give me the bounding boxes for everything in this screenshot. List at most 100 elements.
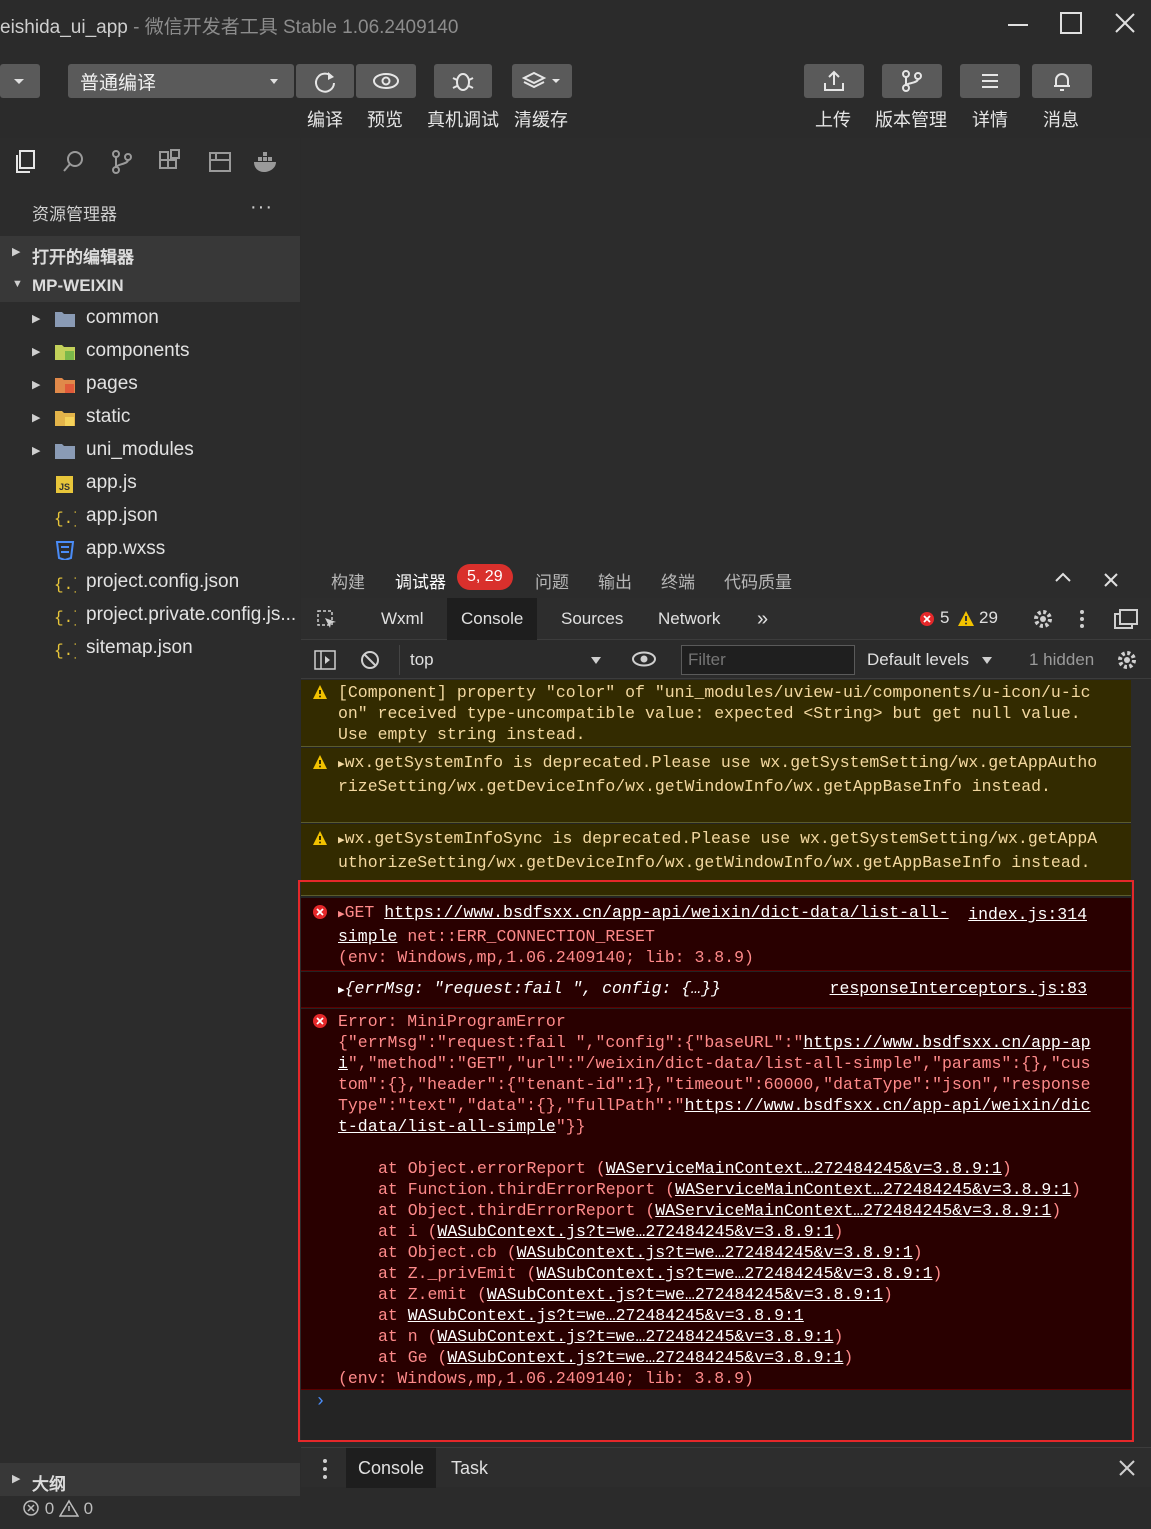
details-button[interactable] bbox=[960, 64, 1020, 98]
chevron-up-icon[interactable] bbox=[1053, 570, 1073, 584]
remote-debug-button[interactable] bbox=[434, 64, 492, 98]
tab-build[interactable]: 构建 bbox=[331, 568, 365, 593]
branch-icon bbox=[902, 70, 922, 92]
drawer-menu-icon[interactable] bbox=[321, 1458, 329, 1480]
source-control-icon[interactable] bbox=[108, 148, 136, 176]
compile-button[interactable] bbox=[296, 64, 354, 98]
console-error-message[interactable]: Error: MiniProgramError {"errMsg":"reque… bbox=[301, 1009, 1131, 1390]
menu-icon bbox=[982, 74, 998, 88]
kebab-menu-icon[interactable] bbox=[1077, 608, 1087, 630]
clear-console-icon[interactable] bbox=[359, 649, 381, 671]
inspect-element-icon[interactable] bbox=[315, 608, 339, 632]
minimize-icon[interactable] bbox=[994, 6, 1044, 42]
close-panel-icon[interactable] bbox=[1101, 570, 1121, 590]
extensions-icon[interactable] bbox=[156, 148, 184, 176]
tab-code-quality[interactable]: 代码质量 bbox=[724, 568, 792, 593]
folder-icon bbox=[55, 312, 75, 327]
tree-item-project-private-config[interactable]: {.} project.private.config.js... bbox=[0, 600, 300, 633]
tab-debugger[interactable]: 调试器 bbox=[395, 568, 446, 593]
maximize-icon[interactable] bbox=[1046, 6, 1096, 42]
source-link[interactable]: responseInterceptors.js:83 bbox=[830, 978, 1087, 999]
preview-button[interactable] bbox=[356, 64, 416, 98]
clear-cache-label: 清缓存 bbox=[514, 110, 568, 130]
tab-network[interactable]: Network bbox=[644, 598, 734, 640]
log-levels-select[interactable]: Default levels bbox=[859, 645, 999, 675]
settings-gear-icon[interactable] bbox=[1031, 607, 1055, 631]
svg-text:{.}: {.} bbox=[54, 642, 76, 659]
tree-item-app-json[interactable]: {.} app.json bbox=[0, 501, 300, 534]
stack-source-link[interactable]: WAServiceMainContext…272484245&v=3.8.9:1 bbox=[606, 1159, 1002, 1178]
expand-triangle-icon[interactable]: ▶ bbox=[338, 909, 345, 921]
context-value: top bbox=[410, 650, 434, 669]
tab-problems[interactable]: 问题 bbox=[535, 568, 569, 593]
tree-item-app-wxss[interactable]: app.wxss bbox=[0, 534, 300, 567]
project-root-section[interactable]: ▼ MP-WEIXIN bbox=[0, 269, 300, 302]
tab-wxml[interactable]: Wxml bbox=[367, 598, 437, 640]
more-actions-icon[interactable]: ··· bbox=[250, 196, 273, 219]
compile-label: 编译 bbox=[307, 110, 343, 130]
open-editors-section[interactable]: ▶ 打开的编辑器 bbox=[0, 236, 300, 269]
close-drawer-icon[interactable] bbox=[1117, 1458, 1137, 1478]
search-icon[interactable] bbox=[60, 148, 88, 176]
storage-icon[interactable] bbox=[206, 148, 234, 176]
svg-text:JS: JS bbox=[59, 482, 70, 492]
close-icon[interactable] bbox=[1100, 6, 1150, 42]
tree-item-pages[interactable]: ▶ pages bbox=[0, 369, 300, 402]
console-warning-message[interactable]: [Component] property "color" of "uni_mod… bbox=[301, 680, 1131, 747]
warning-count[interactable]: 29 bbox=[979, 608, 998, 628]
docker-icon[interactable] bbox=[252, 148, 280, 176]
live-expression-eye-icon[interactable] bbox=[631, 650, 657, 668]
console-error-message[interactable]: ▶GET https://www.bsdfsxx.cn/app-api/weix… bbox=[301, 898, 1131, 971]
tree-item-components[interactable]: ▶ components bbox=[0, 336, 300, 369]
outline-section[interactable]: ▶ 大纲 bbox=[0, 1463, 300, 1496]
tab-console[interactable]: Console bbox=[447, 598, 538, 640]
console-scrollbar[interactable] bbox=[1133, 680, 1151, 1440]
tab-terminal[interactable]: 终端 bbox=[661, 568, 695, 593]
stack-source-link[interactable]: WASubContext.js?t=we…272484245&v=3.8.9:1 bbox=[437, 1222, 833, 1241]
console-warning-message[interactable]: ▶wx.getSystemInfoSync is deprecated.Plea… bbox=[301, 824, 1131, 896]
tree-item-uni-modules[interactable]: ▶ uni_modules bbox=[0, 435, 300, 468]
messages-button[interactable] bbox=[1032, 64, 1092, 98]
stack-source-link[interactable]: WASubContext.js?t=we…272484245&v=3.8.9:1 bbox=[437, 1327, 833, 1346]
toggle-sidebar-icon[interactable] bbox=[313, 649, 337, 671]
tree-item-app-js[interactable]: JS app.js bbox=[0, 468, 300, 501]
error-count[interactable]: 5 bbox=[940, 608, 949, 628]
stack-source-link[interactable]: WASubContext.js?t=we…272484245&v=3.8.9:1 bbox=[536, 1264, 932, 1283]
version-button[interactable] bbox=[882, 64, 942, 98]
stack-source-link[interactable]: WASubContext.js?t=we…272484245&v=3.8.9:1 bbox=[517, 1243, 913, 1262]
tab-output[interactable]: 输出 bbox=[598, 568, 632, 593]
tab-sources[interactable]: Sources bbox=[547, 598, 637, 640]
source-link[interactable]: index.js:314 bbox=[968, 904, 1087, 925]
undock-icon[interactable] bbox=[1113, 608, 1139, 630]
json-file-icon: {.} bbox=[54, 576, 76, 593]
clear-cache-button[interactable] bbox=[512, 64, 572, 98]
stack-source-link[interactable]: WAServiceMainContext…272484245&v=3.8.9:1 bbox=[675, 1180, 1071, 1199]
stack-source-link[interactable]: WASubContext.js?t=we…272484245&v=3.8.9:1 bbox=[487, 1285, 883, 1304]
simulator-dropdown[interactable] bbox=[0, 64, 40, 98]
tree-item-sitemap[interactable]: {.} sitemap.json bbox=[0, 633, 300, 666]
expand-triangle-icon[interactable]: ▶ bbox=[338, 759, 345, 771]
expand-triangle-icon[interactable]: ▶ bbox=[338, 985, 345, 997]
more-tabs-icon[interactable]: » bbox=[743, 598, 782, 640]
compile-mode-select[interactable]: 普通编译 bbox=[68, 64, 294, 98]
stack-source-link[interactable]: WASubContext.js?t=we…272484245&v=3.8.9:1 bbox=[408, 1306, 804, 1325]
tree-item-static[interactable]: ▶ static bbox=[0, 402, 300, 435]
console-error-object[interactable]: ▶{errMsg: "request:fail ", config: {…}} … bbox=[301, 972, 1131, 1008]
console-warning-message[interactable]: ▶wx.getSystemInfo is deprecated.Please u… bbox=[301, 748, 1131, 823]
drawer-tab-task[interactable]: Task bbox=[439, 1448, 500, 1488]
status-error-count: 0 bbox=[44, 1499, 55, 1518]
upload-button[interactable] bbox=[804, 64, 864, 98]
console-prompt-icon[interactable]: › bbox=[315, 1392, 326, 1413]
context-select[interactable]: top bbox=[399, 645, 611, 675]
drawer-tab-console[interactable]: Console bbox=[346, 1448, 437, 1488]
filter-input[interactable] bbox=[681, 645, 855, 675]
console-settings-gear-icon[interactable] bbox=[1115, 648, 1139, 672]
stack-source-link[interactable]: WAServiceMainContext…272484245&v=3.8.9:1 bbox=[655, 1201, 1051, 1220]
expand-triangle-icon[interactable]: ▶ bbox=[338, 835, 345, 847]
stack-source-link[interactable]: WASubContext.js?t=we…272484245&v=3.8.9:1 bbox=[447, 1348, 843, 1367]
debugger-badge: 5, 29 bbox=[457, 564, 513, 590]
status-problems[interactable]: 0 0 bbox=[22, 1499, 93, 1519]
explorer-icon[interactable] bbox=[12, 148, 40, 176]
tree-item-project-config[interactable]: {.} project.config.json bbox=[0, 567, 300, 600]
tree-item-common[interactable]: ▶ common bbox=[0, 303, 300, 336]
